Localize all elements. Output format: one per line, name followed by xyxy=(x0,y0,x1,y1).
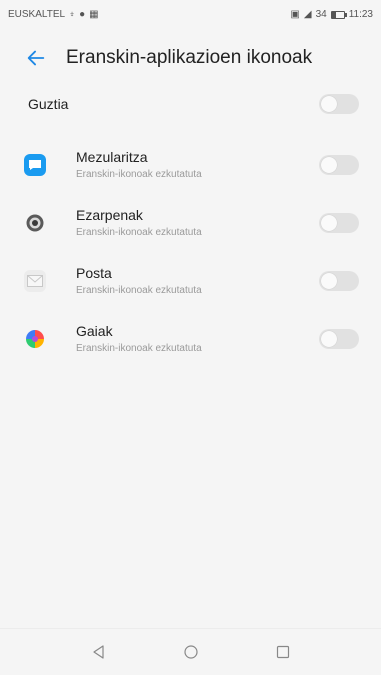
nfc-icon: ▣ xyxy=(290,9,300,20)
status-bar: EUSKALTEL ⍖ ● ▦ ▣ ◢ 34 11:23 xyxy=(0,0,381,30)
app-subtitle: Eranskin-ikonoak ezkutatuta xyxy=(76,168,202,180)
gear-icon xyxy=(26,214,44,232)
system-nav-bar xyxy=(0,628,381,675)
app-name: Gaiak xyxy=(76,322,113,339)
app-name: Mezularitza xyxy=(76,148,148,165)
page-title: Eranskin-aplikazioen ikonoak xyxy=(66,47,313,68)
themes-icon xyxy=(24,328,46,350)
app-list: Mezularitza Eranskin-ikonoak ezkutatuta … xyxy=(0,136,381,368)
app-subtitle: Eranskin-ikonoak ezkutatuta xyxy=(76,284,202,296)
toggle-knob xyxy=(321,215,337,231)
app-header: Eranskin-aplikazioen ikonoak xyxy=(0,36,381,80)
nav-recents-button[interactable] xyxy=(273,642,293,662)
app-name: Ezarpenak xyxy=(76,206,143,223)
envelope-icon xyxy=(27,275,43,287)
app-toggle-themes[interactable] xyxy=(319,329,359,349)
battery-icon xyxy=(330,11,347,19)
settings-gear-icon xyxy=(24,212,46,234)
app-text: Ezarpenak Eranskin-ikonoak ezkutatuta xyxy=(76,207,319,240)
back-button[interactable] xyxy=(14,36,58,80)
all-apps-row[interactable]: Guztia xyxy=(0,88,381,120)
app-name: Posta xyxy=(76,264,112,281)
arrow-left-icon xyxy=(27,50,45,66)
app-row-messaging[interactable]: Mezularitza Eranskin-ikonoak ezkutatuta xyxy=(0,136,381,194)
app-row-mail[interactable]: Posta Eranskin-ikonoak ezkutatuta xyxy=(0,252,381,310)
usb-icon: ⍖ xyxy=(69,9,76,20)
nav-recents-square-icon xyxy=(276,645,289,659)
nav-home-circle-icon xyxy=(183,645,198,659)
chat-notification-icon: ● xyxy=(79,9,86,20)
signal-icon: ◢ xyxy=(303,9,312,20)
app-toggle-mail[interactable] xyxy=(319,271,359,291)
app-subtitle: Eranskin-ikonoak ezkutatuta xyxy=(76,226,202,238)
color-wheel-icon xyxy=(26,330,44,348)
toggle-knob xyxy=(321,157,337,173)
nav-home-button[interactable] xyxy=(181,642,201,662)
toggle-knob xyxy=(321,273,337,289)
app-row-themes[interactable]: Gaiak Eranskin-ikonoak ezkutatuta xyxy=(0,310,381,368)
status-right: ▣ ◢ 34 11:23 xyxy=(290,10,373,20)
messaging-icon xyxy=(24,154,46,176)
carrier-name: EUSKALTEL xyxy=(8,9,66,20)
battery-level xyxy=(331,12,336,18)
app-toggle-messaging[interactable] xyxy=(319,155,359,175)
nav-back-button[interactable] xyxy=(89,642,109,662)
status-left: EUSKALTEL ⍖ ● ▦ xyxy=(8,10,99,20)
app-text: Mezularitza Eranskin-ikonoak ezkutatuta xyxy=(76,149,319,182)
all-apps-toggle[interactable] xyxy=(319,94,359,114)
clock: 11:23 xyxy=(348,9,373,20)
nav-back-triangle-icon xyxy=(92,645,104,659)
app-text: Gaiak Eranskin-ikonoak ezkutatuta xyxy=(76,323,319,356)
all-apps-label: Guztia xyxy=(28,96,69,112)
mail-icon xyxy=(24,270,46,292)
toggle-knob xyxy=(321,96,337,112)
toggle-knob xyxy=(321,331,337,347)
app-subtitle: Eranskin-ikonoak ezkutatuta xyxy=(76,342,202,354)
image-notification-icon: ▦ xyxy=(89,9,99,20)
battery-percent: 34 xyxy=(315,9,327,20)
app-toggle-settings[interactable] xyxy=(319,213,359,233)
app-row-settings[interactable]: Ezarpenak Eranskin-ikonoak ezkutatuta xyxy=(0,194,381,252)
app-text: Posta Eranskin-ikonoak ezkutatuta xyxy=(76,265,319,298)
speech-bubble-icon xyxy=(29,160,41,170)
